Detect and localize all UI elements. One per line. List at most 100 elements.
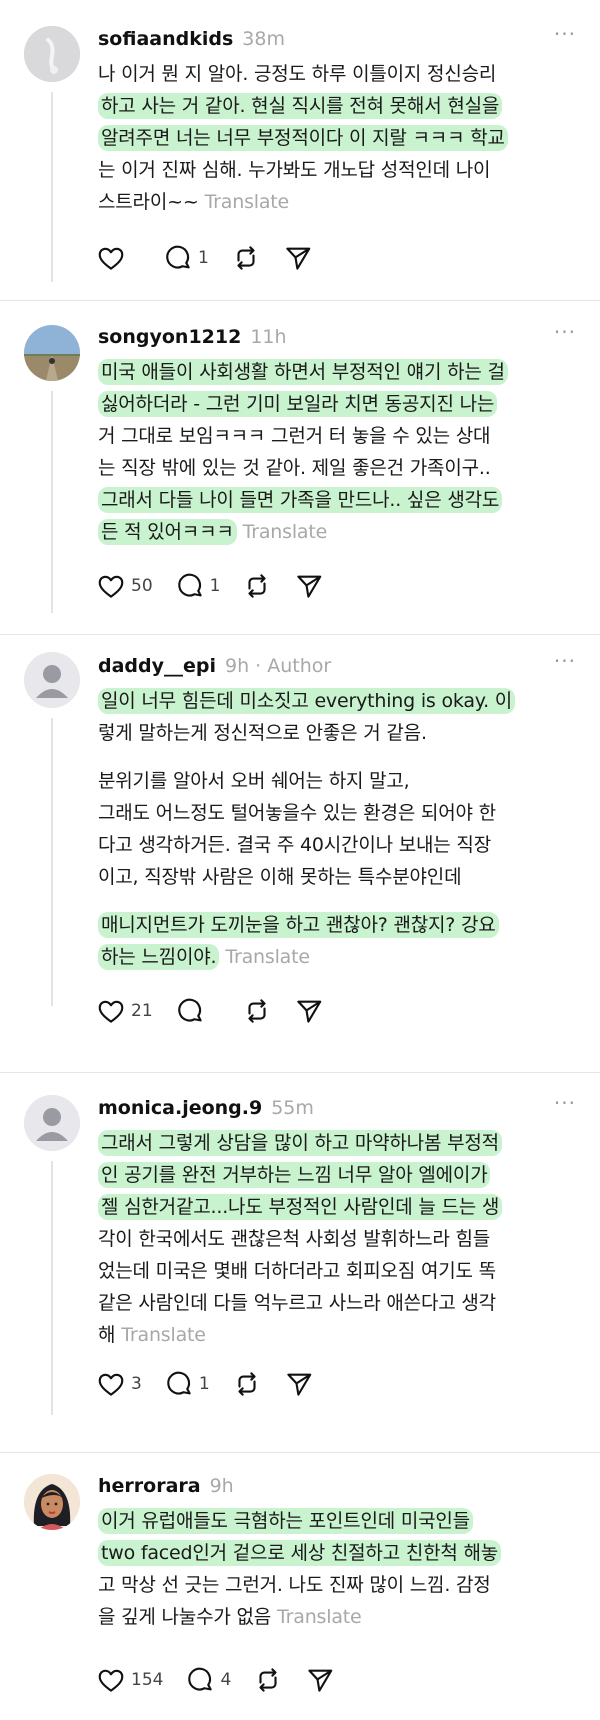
share-button[interactable]: [283, 243, 313, 273]
username[interactable]: sofiaandkids: [98, 28, 233, 50]
reply-button[interactable]: 1: [164, 1369, 210, 1399]
post-line: 같은 사람인데 다들 억누르고 사느라 애쓴다고 생각: [98, 1292, 496, 1314]
more-icon[interactable]: ···: [554, 649, 576, 673]
avatar[interactable]: [24, 325, 80, 381]
share-button[interactable]: [294, 571, 324, 601]
like-button[interactable]: 21: [96, 996, 153, 1026]
reply-count: 4: [220, 1670, 232, 1690]
post-line: 매니지먼트가 도끼눈을 하고 괜찮아? 괜찮지? 강요: [98, 909, 564, 941]
post-line: 해 Translate: [98, 1319, 564, 1351]
reply-button[interactable]: 1: [163, 243, 209, 273]
highlight: 하고 사는 거 같아. 현실 직시를 전혀 못해서 현실을: [98, 93, 503, 119]
heart-icon: [98, 1669, 124, 1692]
username[interactable]: daddy__epi: [98, 655, 216, 677]
post-line: 을 깊게 나눌수가 없음 Translate: [98, 1601, 564, 1633]
repost-button[interactable]: [231, 243, 261, 273]
timestamp: 9h: [225, 655, 250, 677]
heart-icon: [98, 247, 124, 270]
author-badge: · Author: [255, 655, 332, 677]
translate-link[interactable]: Translate: [121, 1324, 206, 1346]
thread-line: [51, 391, 53, 613]
translate-link[interactable]: Translate: [225, 946, 310, 968]
post-header: songyon1212 11h ···: [98, 320, 576, 352]
highlight: 하는 느낌이야.: [98, 944, 220, 970]
more-icon[interactable]: ···: [554, 22, 576, 46]
comment-icon: [177, 573, 202, 597]
post-line: 싫어하더라 - 그런 기미 보일라 치면 동공지진 나는: [98, 388, 564, 420]
avatar[interactable]: [24, 1095, 80, 1151]
username[interactable]: monica.jeong.9: [98, 1097, 262, 1119]
post-body: 미국 애들이 사회생활 하면서 부정적인 얘기 하는 걸 싫어하더라 - 그런 …: [98, 356, 564, 548]
post-line: 이고, 직장밖 사람은 이해 못하는 특수분야인데: [98, 866, 462, 888]
thread-line: [51, 92, 53, 282]
timestamp: 38m: [242, 28, 285, 50]
post-body: 그래서 그렇게 상담을 많이 하고 마약하나봄 부정적 인 공기를 완전 거부하…: [98, 1127, 564, 1351]
post-header: herrorara 9h: [98, 1475, 576, 1501]
post-body: 일이 너무 힘든데 미소짓고 everything is okay. 이 렇게 …: [98, 685, 564, 973]
like-count: 154: [131, 1670, 164, 1690]
repost-button[interactable]: [253, 1665, 283, 1695]
repost-icon: [238, 1372, 256, 1396]
repost-button[interactable]: [232, 1369, 262, 1399]
send-icon: [286, 1373, 311, 1396]
highlight: 이거 유럽애들도 극혐하는 포인트인데 미국인들: [98, 1508, 473, 1534]
post-body: 나 이거 뭔 지 알아. 긍정도 하루 이틀이지 정신승리 하고 사는 거 같아…: [98, 58, 564, 218]
action-bar: 154 4: [96, 1664, 357, 1696]
reply-button[interactable]: 1: [175, 571, 220, 601]
repost-icon: [259, 1668, 277, 1692]
like-button[interactable]: 3: [96, 1369, 142, 1399]
like-button[interactable]: 50: [96, 571, 153, 601]
comment-icon: [166, 245, 190, 269]
post-line: 다고 생각하거든. 결국 주 40시간이나 보내는 직장: [98, 834, 491, 856]
highlight: 든 적 있어ㅋㅋㅋ: [98, 519, 237, 545]
post-line: 인 공기를 완전 거부하는 느낌 너무 알아 엘에이가: [98, 1159, 564, 1191]
highlight: 인 공기를 완전 거부하는 느낌 너무 알아 엘에이가: [98, 1162, 491, 1188]
thread-line: [51, 1161, 53, 1415]
repost-button[interactable]: [242, 996, 272, 1026]
translate-link[interactable]: Translate: [243, 521, 328, 543]
like-button[interactable]: [96, 243, 141, 273]
highlight: 싫어하더라 - 그런 기미 보일라 치면 동공지진 나는: [98, 391, 498, 417]
reply-button[interactable]: [175, 996, 220, 1026]
post-line: 하는 느낌이야. Translate: [98, 941, 564, 973]
post-line: 든 적 있어ㅋㅋㅋ Translate: [98, 516, 564, 548]
avatar[interactable]: [24, 26, 80, 82]
username[interactable]: songyon1212: [98, 326, 241, 348]
repost-button[interactable]: [242, 571, 272, 601]
translate-link[interactable]: Translate: [205, 191, 290, 213]
send-icon: [286, 247, 311, 270]
like-button[interactable]: 154: [96, 1665, 163, 1695]
thread-line: [51, 718, 53, 1006]
post-line: 각이 한국에서도 괜찮은척 사회성 발휘하느라 힘들: [98, 1228, 491, 1250]
heart-icon: [98, 1373, 124, 1396]
translate-link[interactable]: Translate: [277, 1606, 362, 1628]
highlight: 일이 너무 힘든데 미소짓고 everything is okay. 이: [98, 688, 516, 714]
share-button[interactable]: [284, 1369, 314, 1399]
highlight: 젤 심한거같고...나도 부정적인 사람인데 늘 드는 생: [98, 1194, 503, 1220]
post-text: 스트라이~~: [98, 191, 199, 213]
comment-icon: [167, 1371, 191, 1395]
like-count: 21: [131, 1001, 153, 1021]
post-text: 해: [98, 1324, 116, 1346]
post-header: sofiaandkids 38m ···: [98, 22, 576, 54]
send-icon: [308, 1669, 333, 1692]
avatar[interactable]: [24, 652, 80, 708]
post-line: 는 직장 밖에 있는 것 같아. 제일 좋은건 가족이구..: [98, 457, 491, 479]
post-line: 하고 사는 거 같아. 현실 직시를 전혀 못해서 현실을: [98, 90, 564, 122]
share-button[interactable]: [305, 1665, 335, 1695]
post-line: 이거 유럽애들도 극혐하는 포인트인데 미국인들: [98, 1505, 564, 1537]
post-header: monica.jeong.9 55m ···: [98, 1091, 576, 1123]
more-icon[interactable]: ···: [554, 320, 576, 344]
avatar[interactable]: [24, 1474, 80, 1530]
reply-button[interactable]: 4: [185, 1665, 231, 1695]
post-line: 렇게 말하는게 정신적으로 안좋은 거 같음.: [98, 722, 427, 744]
comment-icon: [177, 998, 202, 1022]
username[interactable]: herrorara: [98, 1475, 201, 1497]
action-bar: 21: [96, 995, 346, 1027]
post-body: 이거 유럽애들도 극혐하는 포인트인데 미국인들 two faced인거 겉으로…: [98, 1505, 564, 1633]
more-icon[interactable]: ···: [554, 1091, 576, 1115]
post-line: 미국 애들이 사회생활 하면서 부정적인 얘기 하는 걸: [98, 356, 564, 388]
share-button[interactable]: [294, 996, 324, 1026]
highlight: 알려주면 너는 너무 부정적이다 이 지랄 ㅋㅋㅋ 학교: [98, 125, 508, 151]
post-line: 젤 심한거같고...나도 부정적인 사람인데 늘 드는 생: [98, 1191, 564, 1223]
